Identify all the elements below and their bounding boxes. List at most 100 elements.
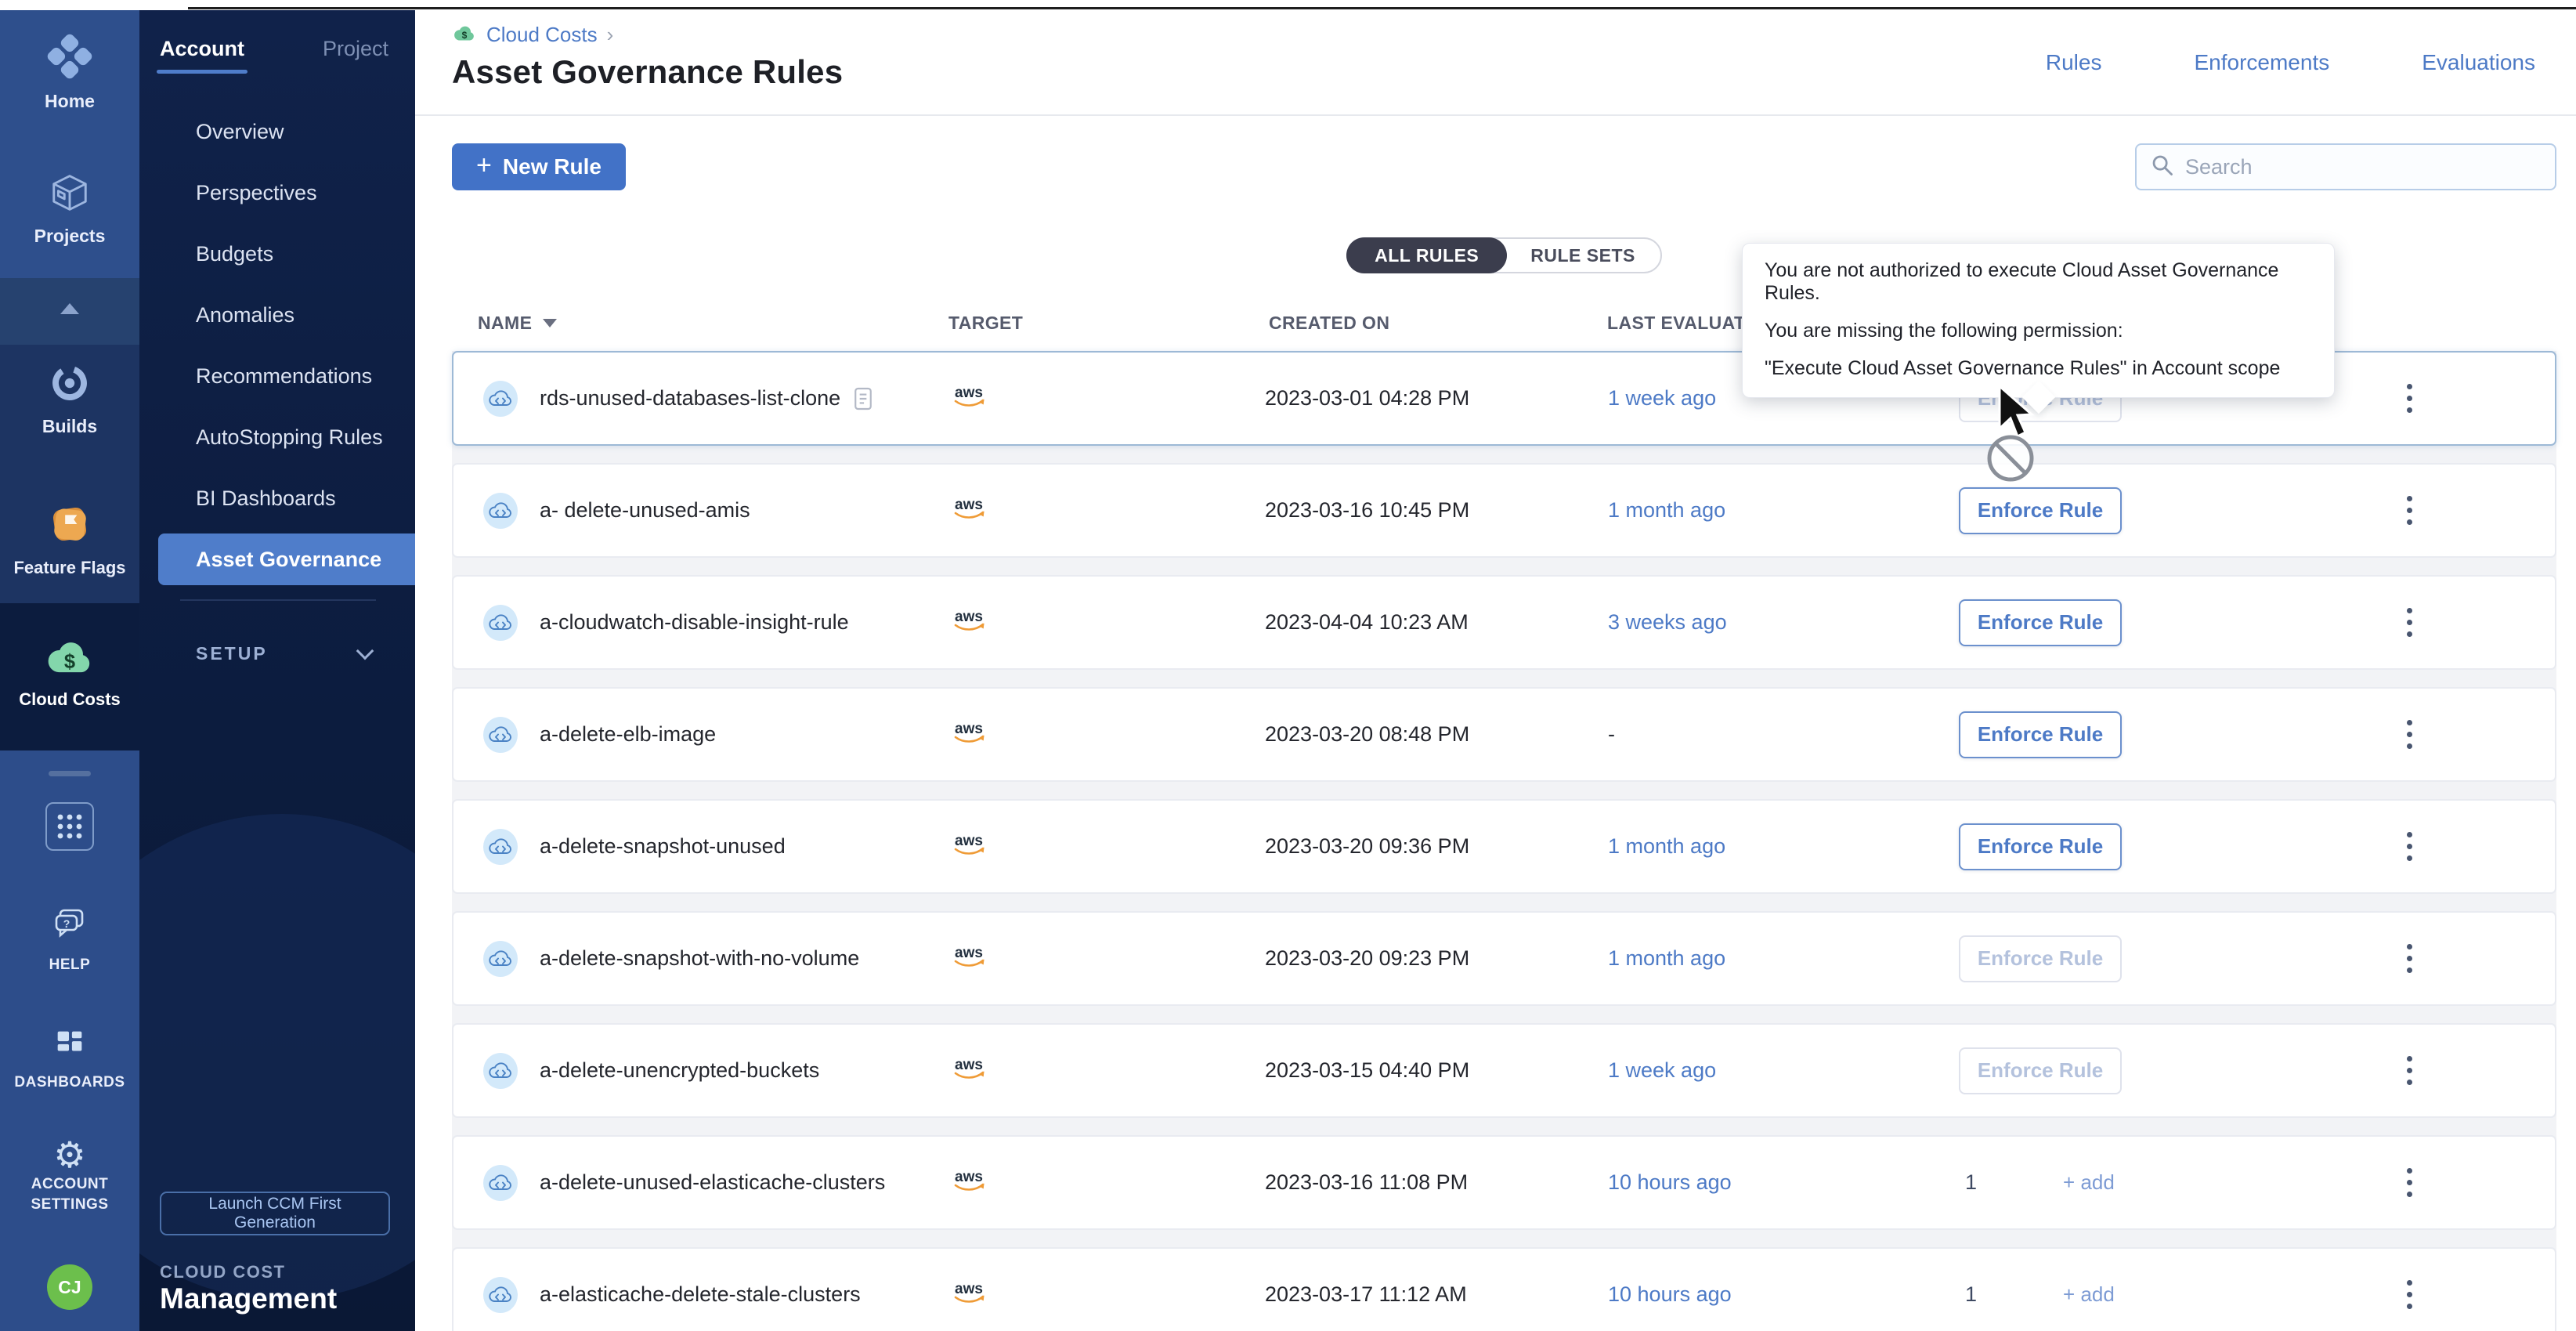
page-title: Asset Governance Rules	[452, 53, 843, 91]
cloud-costs-icon: $	[452, 24, 477, 47]
enforce-rule-button[interactable]: Enforce Rule	[1959, 711, 2122, 758]
rule-icon	[483, 493, 518, 529]
table-row[interactable]: a-delete-elb-image aws 2023-03-20 08:48 PM…	[452, 687, 2556, 782]
table-row[interactable]: a-cloudwatch-disable-insight-rule aws 2023…	[452, 575, 2556, 670]
kebab-menu-button[interactable]	[2399, 1160, 2420, 1205]
setup-section-toggle[interactable]: SETUP	[139, 636, 415, 671]
add-enforcement-link[interactable]: + add	[2063, 1282, 2115, 1307]
created-on-value: 2023-03-20 08:48 PM	[1265, 722, 1608, 747]
kebab-menu-button[interactable]	[2399, 824, 2420, 869]
rule-name-link[interactable]: a-delete-unused-elasticache-clusters	[540, 1170, 885, 1195]
copy-icon[interactable]	[853, 386, 873, 411]
rules-segmented-control: ALL RULES RULE SETS	[1346, 237, 1662, 273]
aws-logo-icon: aws	[948, 942, 989, 975]
sidebar-item-perspectives[interactable]: Perspectives	[139, 162, 415, 223]
created-on-value: 2023-04-04 10:23 AM	[1265, 610, 1608, 635]
rail-item-label: Projects	[34, 226, 106, 247]
sidebar-item-label: BI Dashboards	[196, 486, 336, 511]
rail-item-feature-flags[interactable]: Feature Flags	[0, 502, 139, 578]
rule-name-link[interactable]: a-elasticache-delete-stale-clusters	[540, 1282, 861, 1307]
table-row[interactable]: a-elasticache-delete-stale-clustersaws20…	[452, 1247, 2556, 1331]
svg-text:aws: aws	[955, 1057, 983, 1073]
kebab-menu-button[interactable]	[2399, 600, 2420, 645]
enforce-rule-button[interactable]: Enforce Rule	[1959, 487, 2122, 534]
column-header-name[interactable]: NAME	[478, 313, 532, 334]
sidebar-item-asset-governance[interactable]: Asset Governance	[158, 533, 415, 585]
sidebar-item-budgets[interactable]: Budgets	[139, 223, 415, 284]
sidebar-item-recommendations[interactable]: Recommendations	[139, 345, 415, 407]
user-avatar[interactable]: CJ	[0, 1264, 139, 1310]
sort-caret-icon[interactable]	[543, 319, 557, 327]
tab-rules[interactable]: Rules	[2046, 50, 2102, 75]
table-row[interactable]: a-delete-snapshot-unusedaws2023-03-20 09…	[452, 799, 2556, 894]
svg-text:$: $	[64, 651, 75, 673]
rule-name-link[interactable]: a-delete-snapshot-unused	[540, 834, 786, 859]
page-header: $ Cloud Costs › Asset Governance Rules R…	[415, 10, 2576, 116]
last-evaluation-value: 1 week ago	[1608, 1058, 1959, 1083]
rule-name-link[interactable]: a-delete-unencrypted-buckets	[540, 1058, 819, 1083]
kebab-menu-button[interactable]	[2399, 376, 2420, 421]
rail-item-label: Feature Flags	[13, 558, 125, 578]
new-rule-button[interactable]: + New Rule	[452, 143, 626, 190]
sidebar-item-label: Anomalies	[196, 303, 294, 327]
sidebar-item-anomalies[interactable]: Anomalies	[139, 284, 415, 345]
launch-ccm-first-gen-button[interactable]: Launch CCM First Generation	[160, 1192, 390, 1235]
search-input[interactable]	[2185, 155, 2541, 179]
column-header-target: TARGET	[948, 313, 1269, 334]
table-row[interactable]: a- delete-unused-amisaws2023-03-16 10:45…	[452, 463, 2556, 558]
enforcement-count: 1	[1965, 1170, 1977, 1195]
sidebar-item-overview[interactable]: Overview	[139, 101, 415, 162]
module-switcher-button[interactable]	[0, 802, 139, 851]
rail-item-label: Cloud Costs	[19, 689, 121, 710]
tooltip-line: You are not authorized to execute Cloud …	[1765, 259, 2312, 305]
rule-name-link[interactable]: a-cloudwatch-disable-insight-rule	[540, 610, 849, 635]
sidebar-item-autostopping-rules[interactable]: AutoStopping Rules	[139, 407, 415, 468]
svg-text:aws: aws	[955, 1169, 983, 1185]
rail-item-home[interactable]: Home	[0, 34, 139, 112]
tab-project[interactable]: Project	[323, 37, 388, 61]
chevron-up-icon	[60, 303, 79, 314]
rule-name-link[interactable]: rds-unused-databases-list-clone	[540, 386, 840, 411]
grid-9-icon	[45, 802, 94, 851]
aws-logo-icon: aws	[948, 382, 989, 414]
add-enforcement-link[interactable]: + add	[2063, 1170, 2115, 1195]
tab-account[interactable]: Account	[160, 37, 244, 61]
svg-text:aws: aws	[955, 609, 983, 625]
rail-item-projects[interactable]: Projects	[0, 172, 139, 247]
plus-icon: +	[476, 150, 492, 181]
enforce-rule-button[interactable]: Enforce Rule	[1959, 599, 2122, 646]
svg-text:aws: aws	[955, 721, 983, 737]
rule-sets-segment[interactable]: RULE SETS	[1505, 239, 1660, 272]
sidebar-item-bi-dashboards[interactable]: BI Dashboards	[139, 468, 415, 529]
rail-item-account-settings[interactable]: ⚙ ACCOUNT SETTINGS	[0, 1137, 139, 1215]
kebab-menu-button[interactable]	[2399, 936, 2420, 981]
rail-item-help[interactable]: ? HELP	[0, 906, 139, 975]
kebab-menu-button[interactable]	[2399, 1272, 2420, 1317]
enforce-rule-button: Enforce Rule	[1959, 935, 2122, 982]
rail-item-label: Home	[45, 91, 95, 112]
product-name: Management	[160, 1282, 337, 1315]
enforce-rule-button[interactable]: Enforce Rule	[1959, 823, 2122, 870]
last-evaluation-value: 3 weeks ago	[1608, 610, 1959, 635]
rule-name-link[interactable]: a-delete-snapshot-with-no-volume	[540, 946, 859, 971]
table-row[interactable]: a-delete-unused-elasticache-clustersaws2…	[452, 1135, 2556, 1230]
table-row[interactable]: a-delete-snapshot-with-no-volumeaws2023-…	[452, 911, 2556, 1006]
rule-icon	[483, 1165, 518, 1201]
search-icon	[2151, 154, 2174, 181]
kebab-menu-button[interactable]	[2399, 488, 2420, 533]
breadcrumb-cloud-costs-link[interactable]: Cloud Costs	[486, 23, 598, 47]
tab-enforcements[interactable]: Enforcements	[2194, 50, 2329, 75]
rail-item-dashboards[interactable]: DASHBOARDS	[0, 1025, 139, 1093]
aws-logo-icon: aws	[948, 494, 989, 526]
rail-collapse-button[interactable]	[0, 303, 139, 314]
table-row[interactable]: a-delete-unencrypted-bucketsaws2023-03-1…	[452, 1023, 2556, 1118]
rule-name-link[interactable]: a- delete-unused-amis	[540, 498, 750, 523]
rail-item-cloud-costs[interactable]: $ Cloud Costs	[0, 637, 139, 710]
kebab-menu-button[interactable]	[2399, 1048, 2420, 1093]
all-rules-segment[interactable]: ALL RULES	[1346, 237, 1507, 273]
rule-name-link[interactable]: a-delete-elb-image	[540, 722, 716, 747]
tab-evaluations[interactable]: Evaluations	[2422, 50, 2535, 75]
rail-item-label: ACCOUNT SETTINGS	[11, 1174, 128, 1215]
kebab-menu-button[interactable]	[2399, 712, 2420, 757]
rail-item-builds[interactable]: Builds	[0, 362, 139, 437]
